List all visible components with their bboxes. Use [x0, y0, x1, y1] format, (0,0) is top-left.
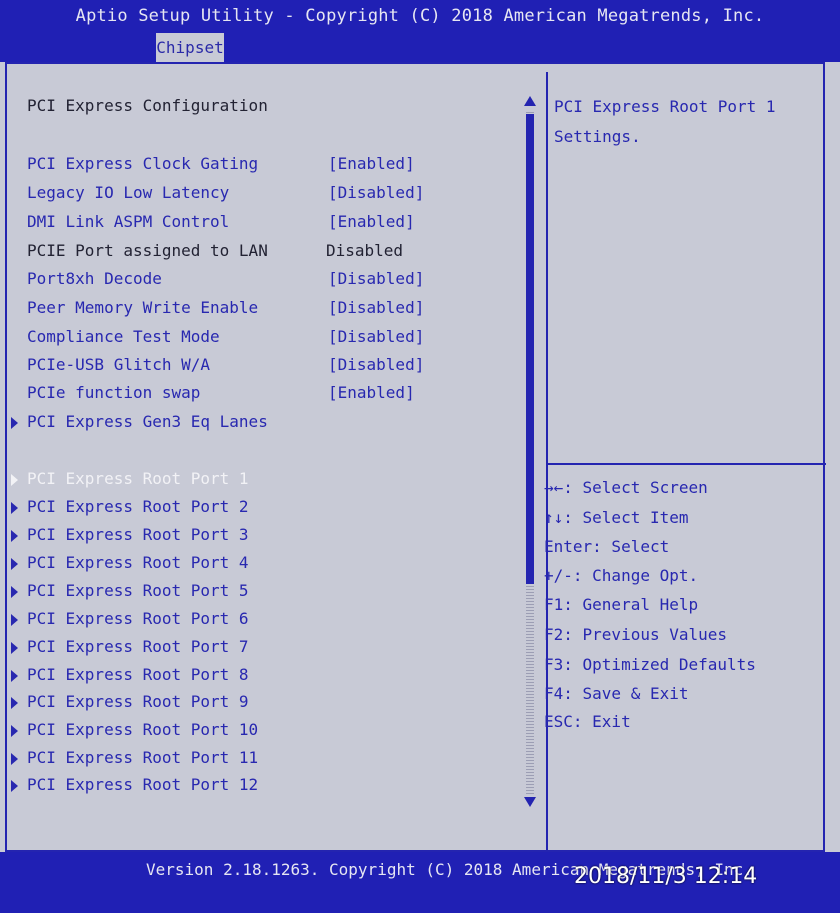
- setting-value: Disabled: [326, 241, 404, 260]
- key-hint: Enter: Select: [544, 537, 670, 556]
- title-bar: Aptio Setup Utility - Copyright (C) 2018…: [0, 0, 840, 62]
- triangle-right-icon: [11, 474, 18, 486]
- triangle-right-icon: [11, 725, 18, 737]
- setting-dmi-aspm[interactable]: DMI Link ASPM Control [Enabled]: [0, 212, 540, 236]
- submenu-label: PCI Express Root Port 9: [27, 692, 249, 711]
- submenu-root-port-4[interactable]: PCI Express Root Port 4: [0, 553, 540, 577]
- triangle-right-icon: [11, 697, 18, 709]
- submenu-label: PCI Express Root Port 12: [27, 775, 259, 794]
- submenu-label: PCI Express Root Port 10: [27, 720, 259, 739]
- submenu-root-port-1[interactable]: PCI Express Root Port 1: [0, 469, 540, 493]
- submenu-label: PCI Express Root Port 5: [27, 581, 249, 600]
- setting-label: Legacy IO Low Latency: [27, 183, 230, 202]
- setting-label: PCIe function swap: [27, 383, 201, 402]
- submenu-root-port-10[interactable]: PCI Express Root Port 10: [0, 720, 540, 744]
- photo-timestamp: 2018/11/3 12:14: [574, 864, 758, 889]
- setting-label: DMI Link ASPM Control: [27, 212, 230, 231]
- scroll-down-icon[interactable]: [524, 797, 536, 807]
- setting-function-swap[interactable]: PCIe function swap [Enabled]: [0, 383, 540, 407]
- submenu-label: PCI Express Root Port 11: [27, 748, 259, 767]
- triangle-right-icon: [11, 586, 18, 598]
- key-hint: ↑↓: Select Item: [544, 508, 689, 527]
- setting-value[interactable]: [Enabled]: [328, 212, 415, 231]
- key-hint: →←: Select Screen: [544, 478, 708, 497]
- key-hint: F2: Previous Values: [544, 625, 728, 644]
- submenu-root-port-9[interactable]: PCI Express Root Port 9: [0, 692, 540, 716]
- key-hint: ESC: Exit: [544, 712, 631, 731]
- bios-screen: Aptio Setup Utility - Copyright (C) 2018…: [0, 0, 840, 913]
- triangle-right-icon: [11, 753, 18, 765]
- setting-value[interactable]: [Disabled]: [328, 327, 424, 346]
- setting-label: PCIe-USB Glitch W/A: [27, 355, 211, 374]
- setting-value[interactable]: [Enabled]: [328, 383, 415, 402]
- setting-value[interactable]: [Disabled]: [328, 298, 424, 317]
- submenu-label: PCI Express Root Port 6: [27, 609, 249, 628]
- setting-pcie-lan: PCIE Port assigned to LAN Disabled: [0, 241, 540, 265]
- submenu-root-port-6[interactable]: PCI Express Root Port 6: [0, 609, 540, 633]
- submenu-label: PCI Express Root Port 4: [27, 553, 249, 572]
- setting-label: PCIE Port assigned to LAN: [27, 241, 268, 260]
- setting-legacy-io[interactable]: Legacy IO Low Latency [Disabled]: [0, 183, 540, 207]
- submenu-root-port-3[interactable]: PCI Express Root Port 3: [0, 525, 540, 549]
- triangle-right-icon: [11, 558, 18, 570]
- app-title: Aptio Setup Utility - Copyright (C) 2018…: [75, 6, 765, 26]
- triangle-right-icon: [11, 502, 18, 514]
- setting-value[interactable]: [Enabled]: [328, 154, 415, 173]
- setting-value[interactable]: [Disabled]: [328, 355, 424, 374]
- submenu-label: PCI Express Root Port 3: [27, 525, 249, 544]
- submenu-label: PCI Express Root Port 7: [27, 637, 249, 656]
- setting-value[interactable]: [Disabled]: [328, 183, 424, 202]
- submenu-root-port-11[interactable]: PCI Express Root Port 11: [0, 748, 540, 772]
- key-hint: +/-: Change Opt.: [544, 566, 699, 585]
- setting-label: Port8xh Decode: [27, 269, 162, 288]
- triangle-right-icon: [11, 670, 18, 682]
- help-divider: [546, 463, 826, 465]
- submenu-root-port-5[interactable]: PCI Express Root Port 5: [0, 581, 540, 605]
- scrollbar-thumb[interactable]: [526, 114, 534, 584]
- submenu-label: PCI Express Root Port 8: [27, 665, 249, 684]
- setting-label: Compliance Test Mode: [27, 327, 220, 346]
- triangle-right-icon: [11, 530, 18, 542]
- setting-peer-memory[interactable]: Peer Memory Write Enable [Disabled]: [0, 298, 540, 322]
- setting-compliance[interactable]: Compliance Test Mode [Disabled]: [0, 327, 540, 351]
- submenu-root-port-12[interactable]: PCI Express Root Port 12: [0, 775, 540, 799]
- setting-value[interactable]: [Disabled]: [328, 269, 424, 288]
- triangle-right-icon: [11, 614, 18, 626]
- submenu-label: PCI Express Root Port 2: [27, 497, 249, 516]
- tab-chipset[interactable]: Chipset: [156, 33, 224, 62]
- help-text: PCI Express Root Port 1 Settings.: [554, 92, 816, 152]
- submenu-label: PCI Express Gen3 Eq Lanes: [27, 412, 268, 431]
- key-hint: F4: Save & Exit: [544, 684, 689, 703]
- help-line: PCI Express Root Port 1: [554, 97, 776, 116]
- key-hint: F3: Optimized Defaults: [544, 655, 756, 674]
- setting-label: PCI Express Clock Gating: [27, 154, 259, 173]
- help-line: Settings.: [554, 127, 641, 146]
- submenu-root-port-7[interactable]: PCI Express Root Port 7: [0, 637, 540, 661]
- triangle-right-icon: [11, 780, 18, 792]
- submenu-root-port-2[interactable]: PCI Express Root Port 2: [0, 497, 540, 521]
- section-title: PCI Express Configuration: [27, 96, 268, 115]
- triangle-right-icon: [11, 642, 18, 654]
- setting-usb-glitch[interactable]: PCIe-USB Glitch W/A [Disabled]: [0, 355, 540, 379]
- setting-port8xh[interactable]: Port8xh Decode [Disabled]: [0, 269, 540, 293]
- submenu-root-port-8[interactable]: PCI Express Root Port 8: [0, 665, 540, 689]
- setting-clock-gating[interactable]: PCI Express Clock Gating [Enabled]: [0, 154, 540, 178]
- key-hint: F1: General Help: [544, 595, 699, 614]
- setting-label: Peer Memory Write Enable: [27, 298, 259, 317]
- scroll-up-icon[interactable]: [524, 96, 536, 106]
- triangle-right-icon: [11, 417, 18, 429]
- submenu-gen3-eq-lanes[interactable]: PCI Express Gen3 Eq Lanes: [0, 412, 540, 436]
- submenu-label: PCI Express Root Port 1: [27, 469, 249, 488]
